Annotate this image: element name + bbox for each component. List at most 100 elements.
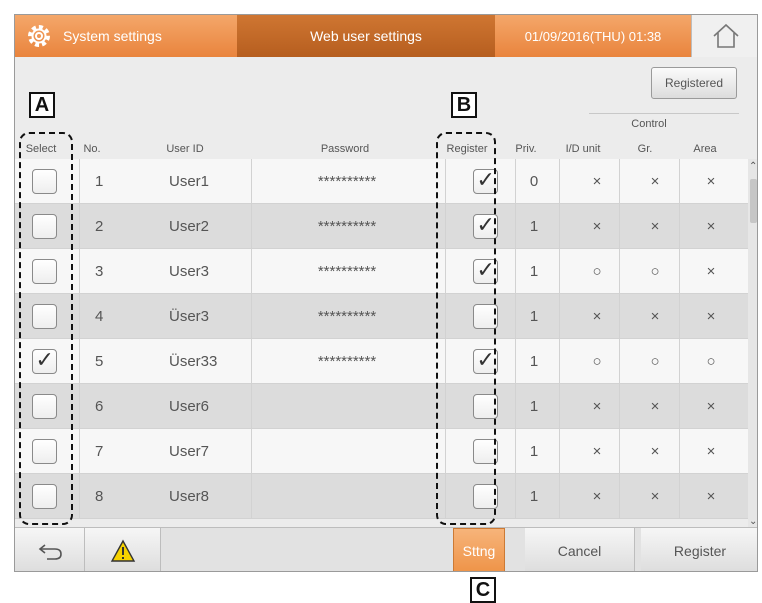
annotation-label-c: C — [470, 577, 496, 603]
no-cell: 1 — [95, 172, 104, 190]
id-unit-cell: × — [592, 442, 602, 460]
column-divider — [251, 249, 252, 293]
id-unit-cell: ○ — [592, 352, 602, 370]
table-row[interactable]: 2 User2 ********** 1 × × × — [15, 204, 748, 249]
control-group-divider — [589, 113, 739, 114]
column-divider — [515, 429, 516, 473]
id-unit-cell: × — [592, 397, 602, 415]
table-row[interactable]: 1 User1 ********** 0 × × × — [15, 159, 748, 204]
column-divider — [619, 249, 620, 293]
column-divider — [515, 159, 516, 203]
scroll-up-icon[interactable]: ⌃ — [749, 161, 757, 172]
column-divider — [559, 384, 560, 428]
user-id-cell: User1 — [169, 172, 210, 190]
column-divider — [79, 474, 80, 518]
back-button[interactable] — [15, 528, 85, 571]
gr-cell: × — [650, 442, 660, 460]
table-scrollbar[interactable]: ⌃ ⌄ — [748, 159, 757, 529]
column-divider — [679, 339, 680, 383]
user-id-cell: User6 — [169, 397, 210, 415]
table-row[interactable]: 7 User7 1 × × × — [15, 429, 748, 474]
register-button[interactable]: Register — [641, 528, 757, 571]
column-divider — [251, 159, 252, 203]
priv-cell: 0 — [529, 172, 539, 190]
table-row[interactable]: 6 User6 1 × × × — [15, 384, 748, 429]
header-bar: System settings Web user settings 01/09/… — [15, 15, 757, 57]
column-divider — [679, 204, 680, 248]
area-cell: × — [706, 307, 716, 325]
id-unit-cell: × — [592, 217, 602, 235]
area-cell: ○ — [706, 352, 716, 370]
table-row[interactable]: 5 Üser33 ********** 1 ○ ○ ○ — [15, 339, 748, 384]
no-cell: 4 — [95, 307, 104, 325]
scroll-down-icon[interactable]: ⌄ — [749, 516, 757, 527]
back-arrow-icon — [38, 544, 62, 560]
column-divider — [251, 204, 252, 248]
password-cell: ********** — [317, 172, 377, 190]
id-unit-cell: × — [592, 307, 602, 325]
priv-cell: 1 — [529, 217, 539, 235]
gr-cell: ○ — [650, 262, 660, 280]
column-divider — [251, 384, 252, 428]
scroll-thumb[interactable] — [750, 179, 757, 223]
password-cell: ********** — [317, 352, 377, 370]
column-divider — [619, 204, 620, 248]
id-unit-cell: × — [592, 172, 602, 190]
registered-button[interactable]: Registered — [651, 67, 737, 99]
warning-icon — [110, 539, 135, 562]
column-divider — [619, 384, 620, 428]
tab-system-settings[interactable]: System settings — [15, 15, 237, 57]
column-divider — [679, 294, 680, 338]
column-divider — [515, 204, 516, 248]
warning-button[interactable] — [85, 528, 161, 571]
column-divider — [619, 159, 620, 203]
priv-cell: 1 — [529, 352, 539, 370]
gr-cell: × — [650, 397, 660, 415]
gear-icon — [28, 25, 50, 47]
tab-web-user-settings[interactable]: Web user settings — [237, 15, 495, 57]
table-row[interactable]: 8 User8 1 × × × — [15, 474, 748, 519]
column-divider — [619, 294, 620, 338]
column-divider — [515, 474, 516, 518]
column-divider — [559, 159, 560, 203]
column-divider — [679, 429, 680, 473]
home-button[interactable] — [691, 15, 757, 57]
datetime-display: 01/09/2016(THU) 01:38 — [495, 15, 691, 57]
column-divider — [515, 384, 516, 428]
column-divider — [515, 339, 516, 383]
column-divider — [79, 339, 80, 383]
datetime-label: 01/09/2016(THU) 01:38 — [524, 28, 662, 44]
table-row[interactable]: 3 User3 ********** 1 ○ ○ × — [15, 249, 748, 294]
password-cell: ********** — [317, 262, 377, 280]
table-row[interactable]: 4 Üser3 ********** 1 × × × — [15, 294, 748, 339]
gr-cell: × — [650, 217, 660, 235]
column-gr: Gr. — [637, 143, 653, 155]
area-cell: × — [706, 172, 716, 190]
user-id-cell: Üser3 — [169, 307, 210, 325]
user-id-cell: User2 — [169, 217, 210, 235]
user-table: 1 User1 ********** 0 × × × 2 User2 ********** 1 × × ×… — [15, 159, 748, 521]
no-cell: 7 — [95, 442, 104, 460]
sttng-button[interactable]: Sttng — [453, 528, 505, 571]
id-unit-cell: ○ — [592, 262, 602, 280]
table-header: Select No. User ID Password Register Pri… — [15, 137, 757, 161]
column-divider — [619, 429, 620, 473]
priv-cell: 1 — [529, 397, 539, 415]
column-divider — [79, 294, 80, 338]
no-cell: 6 — [95, 397, 104, 415]
gr-cell: × — [650, 307, 660, 325]
area-cell: × — [706, 397, 716, 415]
gr-cell: × — [650, 172, 660, 190]
column-divider — [559, 204, 560, 248]
column-id-unit: I/D unit — [565, 143, 601, 155]
area-cell: × — [706, 442, 716, 460]
column-divider — [679, 384, 680, 428]
annotation-select-box — [19, 132, 73, 525]
column-divider — [251, 339, 252, 383]
column-divider — [251, 294, 252, 338]
column-divider — [559, 339, 560, 383]
cancel-button[interactable]: Cancel — [525, 528, 635, 571]
footer-bar: Sttng Cancel Register — [15, 527, 757, 571]
area-cell: × — [706, 217, 716, 235]
password-cell: ********** — [317, 307, 377, 325]
